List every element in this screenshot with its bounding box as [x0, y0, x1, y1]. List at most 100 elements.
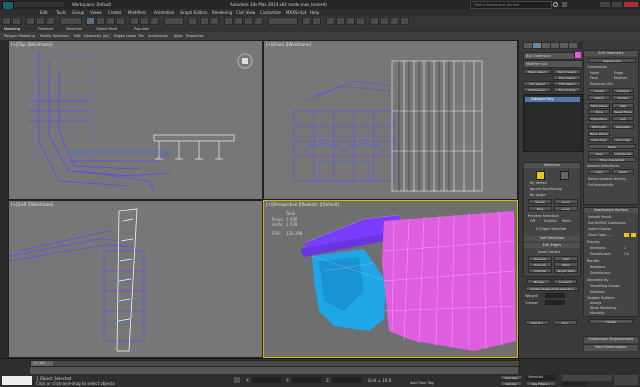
display-iterations-value[interactable]: 1 — [624, 246, 626, 250]
ignore-backfacing-checkbox[interactable]: Ignore Backfacing — [530, 187, 561, 191]
time-slider-handle[interactable]: 0 / 100 — [31, 361, 53, 366]
menu-group[interactable]: Group — [72, 10, 84, 15]
layer-manager-button[interactable] — [326, 17, 335, 25]
shrink-button[interactable]: Shrink — [528, 199, 552, 204]
menu-rendering[interactable]: Rendering — [212, 10, 232, 15]
frame-field[interactable] — [562, 382, 586, 386]
msmooth-button[interactable]: MSmooth — [588, 124, 610, 129]
playback-controls[interactable] — [562, 375, 612, 381]
rollout-edit-geometry-title[interactable]: Edit Geometry — [584, 51, 638, 56]
tab-freeform[interactable]: Freeform — [38, 27, 54, 31]
patch-select-button[interactable]: Patch Select — [553, 69, 581, 74]
named-selection-dropdown[interactable] — [268, 17, 298, 25]
utilities-tab-icon[interactable] — [569, 43, 577, 48]
cage-color-swatch-2[interactable] — [631, 233, 636, 237]
weight-spinner[interactable] — [545, 293, 565, 298]
hierarchy-tab-icon[interactable] — [542, 43, 550, 48]
angle-snap-button[interactable] — [234, 17, 243, 25]
mesh-select-button[interactable]: Mesh Select — [523, 69, 551, 74]
key-filters-button[interactable]: Key Filters... — [526, 381, 556, 386]
connect-button[interactable]: Connect — [553, 279, 577, 284]
select-by-name-button[interactable] — [96, 17, 105, 25]
tab-populate[interactable]: Populate — [134, 27, 149, 31]
isoline-display-checkbox[interactable]: Isoline Display — [588, 227, 611, 231]
create-shape-button[interactable]: Create Shape From Selection — [525, 286, 579, 291]
display-smoothness-value[interactable]: 1.0 — [624, 252, 629, 256]
viewport-top[interactable]: [+][Top ][Wireframe] — [8, 40, 263, 200]
search-icon[interactable] — [553, 2, 558, 7]
update-manually-radio[interactable]: Manually — [590, 311, 604, 315]
coord-x-field[interactable] — [252, 377, 282, 383]
ffd-select-button[interactable]: FFD Select — [553, 81, 581, 86]
rotate-button[interactable] — [140, 17, 149, 25]
tab-selection[interactable]: Selection — [66, 27, 82, 31]
curve-editor-button[interactable] — [346, 17, 355, 25]
help-icon[interactable] — [562, 2, 567, 7]
display-tab-icon[interactable] — [560, 43, 568, 48]
materials-checkbox[interactable]: Materials — [590, 290, 605, 294]
ribbon-tris[interactable]: Tris — [138, 34, 144, 38]
tessellate-button[interactable]: Tessellate — [612, 124, 634, 129]
mirror-button[interactable] — [302, 17, 311, 25]
modify-tab-icon[interactable] — [533, 43, 541, 48]
by-vertex-checkbox[interactable]: By Vertex — [530, 181, 547, 185]
by-angle-checkbox[interactable]: By Angle — [530, 193, 546, 197]
viewport-left[interactable]: [+][Left ][Wireframe] — [8, 200, 263, 358]
menu-help[interactable]: Help — [310, 10, 319, 15]
set-key-button[interactable]: Set Key — [500, 381, 522, 386]
scale-button[interactable] — [150, 17, 159, 25]
ribbon-modify-selection[interactable]: Modify Selection — [40, 34, 69, 38]
menu-create[interactable]: Create — [108, 10, 121, 15]
update-always-radio[interactable]: Always — [590, 301, 601, 305]
rollout-subdivision-displacement-title[interactable]: Subdivision Displacement — [584, 337, 638, 343]
ribbon-align[interactable]: Align — [174, 34, 183, 38]
slice-button[interactable]: Slice — [588, 109, 610, 114]
menu-customize[interactable]: Customize — [260, 10, 281, 15]
unhide-all-button[interactable]: Unhide All — [612, 151, 634, 156]
ribbon-geometry[interactable]: Geometry (All) — [84, 34, 110, 38]
split-button[interactable]: Split — [554, 256, 578, 261]
move-button[interactable] — [130, 17, 139, 25]
select-manipulate-button[interactable] — [200, 17, 209, 25]
maximize-icon[interactable] — [612, 2, 622, 7]
slice-plane-button[interactable]: Slice Plane — [588, 103, 610, 108]
quickslice-button[interactable]: QuickSlice — [588, 116, 610, 121]
cut-button[interactable]: Cut — [612, 116, 634, 121]
coord-y-field[interactable] — [292, 377, 322, 383]
menu-graph-editors[interactable]: Graph Editors — [180, 10, 207, 15]
edit-tri-button[interactable]: Edit Tri. — [525, 320, 549, 325]
ribbon-properties[interactable]: Properties — [186, 34, 204, 38]
ribbon-edges[interactable]: Edges — [114, 34, 125, 38]
constraint-none-radio[interactable]: None — [590, 71, 599, 75]
close-icon[interactable] — [624, 2, 638, 7]
command-panel-tabs[interactable] — [523, 42, 583, 49]
ring-button[interactable]: Ring — [528, 206, 552, 211]
rollout-paint-deformation[interactable]: Paint Deformation — [583, 344, 639, 351]
create-button[interactable]: Create — [588, 88, 610, 93]
pivot-center-button[interactable] — [188, 17, 197, 25]
full-interactivity-checkbox[interactable]: Full Interactivity — [588, 183, 614, 187]
menu-edit[interactable]: Edit — [40, 10, 48, 15]
snaps-toggle-button[interactable] — [224, 17, 233, 25]
search-input-box[interactable]: Type a keyword or phrase — [470, 1, 552, 9]
chamfer-button[interactable]: Chamfer — [528, 268, 552, 273]
selection-filter-dropdown[interactable] — [60, 17, 82, 25]
zoom-controls[interactable] — [614, 375, 638, 385]
copy-button[interactable]: Copy — [588, 169, 610, 174]
unlink-button[interactable] — [36, 17, 45, 25]
update-when-rendering-radio[interactable]: When Rendering — [590, 306, 616, 310]
percent-snap-button[interactable] — [244, 17, 253, 25]
subdivision-button[interactable]: Subdivision — [523, 87, 551, 92]
rollout-soft-selection-title[interactable]: Soft Selection — [524, 236, 580, 241]
detach-button[interactable]: Detach — [612, 95, 634, 100]
viewport-front[interactable]: [+][Front ][Wireframe] — [263, 40, 518, 200]
modifier-list-dropdown[interactable]: Modifier List — [523, 60, 583, 68]
spinner-snap-button[interactable] — [254, 17, 263, 25]
paste-button[interactable]: Paste — [612, 169, 634, 174]
preview-multi-radio[interactable]: Multi — [562, 219, 571, 223]
remove-button[interactable]: Remove — [528, 256, 552, 261]
tab-modeling[interactable]: Modeling — [4, 27, 20, 31]
attach-button[interactable]: Attach — [588, 95, 610, 100]
window-crossing-button[interactable] — [116, 17, 125, 25]
bridge-button[interactable]: Bridge — [527, 279, 551, 284]
